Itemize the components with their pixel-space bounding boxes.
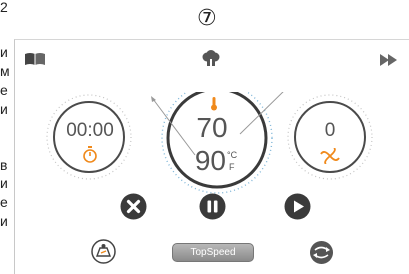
chef-hat-icon[interactable]: [201, 50, 221, 69]
cancel-button[interactable]: [120, 193, 147, 220]
scale-button[interactable]: [91, 239, 116, 264]
reverse-rotation-button[interactable]: [309, 240, 334, 265]
side-letter: и: [0, 101, 8, 117]
side-letter: и: [0, 175, 8, 191]
side-letter: в: [0, 157, 8, 173]
stopwatch-icon: [83, 146, 97, 163]
fast-forward-icon[interactable]: [380, 54, 398, 66]
temp-unit-c: °C: [227, 150, 238, 160]
recipe-book-icon[interactable]: [24, 51, 46, 67]
side-letter: е: [0, 82, 8, 98]
side-letter: е: [0, 194, 8, 210]
play-button[interactable]: [284, 193, 311, 220]
target-temperature[interactable]: 70: [187, 112, 237, 144]
step-number: ⑦: [197, 6, 217, 31]
side-letter: м: [0, 63, 10, 79]
pause-button[interactable]: [199, 193, 226, 220]
topspeed-button[interactable]: TopSpeed: [172, 243, 254, 262]
speed-value[interactable]: 0: [310, 120, 350, 142]
thermometer-icon: [211, 97, 217, 111]
cropped-top-char: 2: [0, 0, 8, 15]
side-letter: и: [0, 44, 8, 60]
temp-unit-f: F: [229, 162, 235, 172]
current-temperature: 90: [194, 145, 226, 176]
time-value[interactable]: 00:00: [59, 120, 121, 142]
fan-icon: [320, 148, 340, 164]
side-letter: и: [0, 213, 8, 229]
